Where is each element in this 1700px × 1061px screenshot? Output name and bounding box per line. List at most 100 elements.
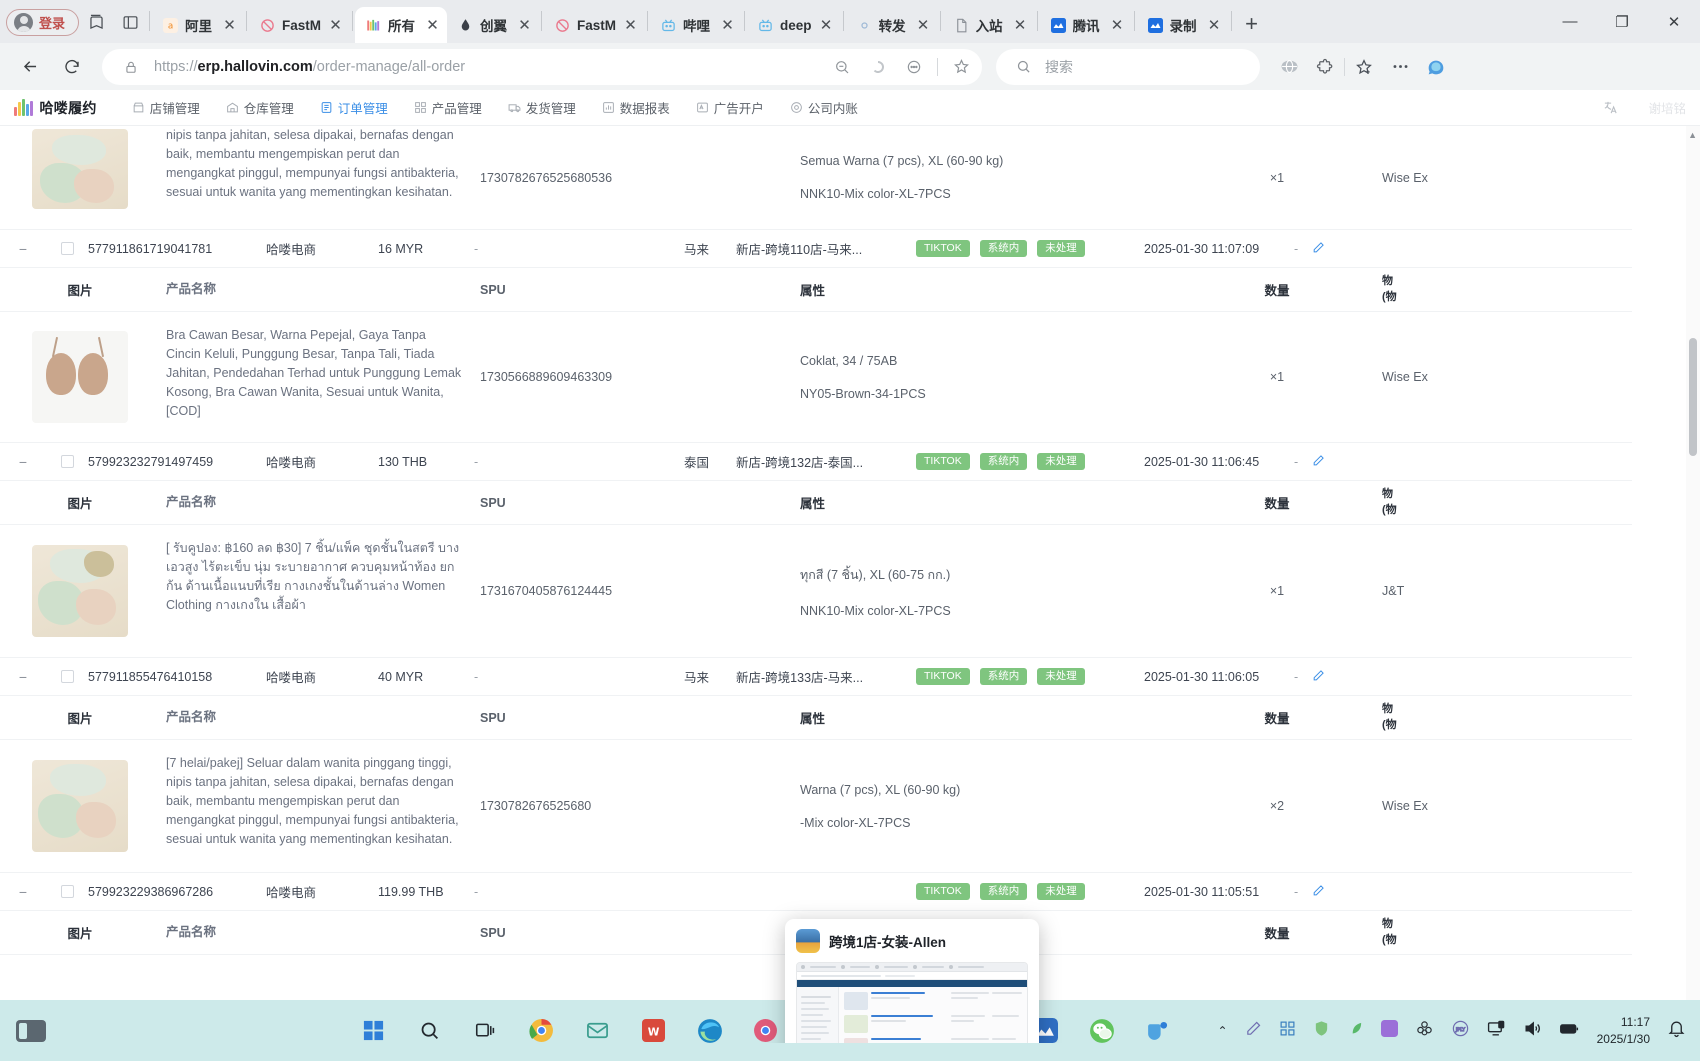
close-icon[interactable]: ✕	[1012, 16, 1029, 34]
product-thumbnail[interactable]	[32, 331, 128, 423]
browser-tab[interactable]: 转发 ✕	[846, 7, 938, 43]
back-button[interactable]	[12, 49, 48, 85]
browser-tab[interactable]: a 阿里 ✕	[152, 7, 244, 43]
grid-icon[interactable]	[1279, 1020, 1296, 1042]
expander-toggle[interactable]: −	[0, 669, 46, 685]
copilot-icon[interactable]	[865, 54, 891, 80]
maximize-button[interactable]: ❐	[1596, 0, 1648, 43]
edit-icon[interactable]	[1312, 669, 1325, 685]
wps-icon[interactable]: W	[637, 1014, 671, 1048]
browser-tab[interactable]: FastM ✕	[249, 7, 350, 43]
window-preview-popup[interactable]: 跨境1店-女装-Allen	[785, 919, 1039, 1043]
nav-item-shop[interactable]: 店铺管理	[119, 90, 213, 126]
translate-icon[interactable]	[1603, 100, 1618, 115]
edit-icon[interactable]	[1312, 454, 1325, 470]
close-icon[interactable]: ✕	[818, 16, 835, 34]
product-thumbnail[interactable]	[32, 128, 128, 209]
browser-essentials-icon[interactable]	[1272, 50, 1306, 84]
checkbox[interactable]	[60, 885, 74, 898]
row-checkbox[interactable]	[46, 242, 88, 255]
close-icon[interactable]: ✕	[719, 16, 736, 34]
close-icon[interactable]: ✕	[424, 16, 441, 34]
expander-toggle[interactable]: −	[0, 454, 46, 470]
wechat-icon[interactable]	[1085, 1014, 1119, 1048]
checkbox[interactable]	[60, 455, 74, 468]
search-input[interactable]: 搜索	[996, 48, 1260, 85]
nav-item-order[interactable]: 订单管理	[307, 90, 401, 126]
close-icon[interactable]: ✕	[221, 16, 238, 34]
popup-thumbnail[interactable]	[796, 962, 1028, 1043]
expander-toggle[interactable]: −	[0, 241, 46, 257]
nav-item-account[interactable]: 公司内账	[777, 90, 871, 126]
scroll-up-icon[interactable]: ▲	[1688, 130, 1697, 140]
chrome-icon[interactable]	[525, 1014, 559, 1048]
table-row[interactable]: − 579923229386967286 哈喽电商 119.99 THB - T…	[0, 873, 1632, 911]
browser-tab-active[interactable]: 所有 ✕	[355, 7, 448, 43]
minimize-button[interactable]: —	[1544, 0, 1596, 43]
address-bar[interactable]: https://erp.hallovin.com/order-manage/al…	[102, 48, 982, 85]
extensions-icon[interactable]	[1308, 50, 1342, 84]
table-row[interactable]: − 577911855476410158 哈喽电商 40 MYR - 马来 新店…	[0, 658, 1632, 696]
favorites-icon[interactable]	[1347, 50, 1381, 84]
nav-item-warehouse[interactable]: 仓库管理	[213, 90, 307, 126]
row-checkbox[interactable]	[46, 885, 88, 898]
chrome-beta-icon[interactable]	[749, 1014, 783, 1048]
reload-button[interactable]	[54, 49, 90, 85]
nav-item-shipping[interactable]: 发货管理	[495, 90, 589, 126]
edit-icon[interactable]	[1312, 884, 1325, 900]
windows-icon[interactable]	[357, 1014, 391, 1048]
browser-tab[interactable]: 哔哩 ✕	[650, 7, 742, 43]
close-icon[interactable]: ✕	[1109, 16, 1126, 34]
new-tab-button[interactable]: +	[1234, 11, 1270, 37]
scrollbar-thumb[interactable]	[1689, 338, 1697, 456]
mail-icon[interactable]	[581, 1014, 615, 1048]
clock[interactable]: 11:17 2025/1/30	[1597, 1014, 1650, 1046]
product-thumbnail[interactable]	[32, 545, 128, 637]
battery-icon[interactable]	[1559, 1018, 1580, 1044]
edge-icon[interactable]	[693, 1014, 727, 1048]
search-icon[interactable]	[413, 1014, 447, 1048]
table-row[interactable]: − 577911861719041781 哈喽电商 16 MYR - 马来 新店…	[0, 230, 1632, 268]
bookmark-star-icon[interactable]	[948, 54, 974, 80]
collections-icon[interactable]	[79, 5, 113, 39]
row-checkbox[interactable]	[46, 455, 88, 468]
bell-icon[interactable]	[1667, 1019, 1686, 1043]
nav-item-report[interactable]: 数据报表	[589, 90, 683, 126]
browser-tab[interactable]: 创翼 ✕	[447, 7, 539, 43]
chevron-up-icon[interactable]: ⌃	[1218, 1024, 1228, 1038]
purple-icon[interactable]	[1380, 1019, 1398, 1042]
pen-icon[interactable]	[1245, 1020, 1262, 1042]
settings-more-icon[interactable]	[1383, 50, 1417, 84]
close-window-button[interactable]: ✕	[1648, 0, 1700, 43]
checkbox[interactable]	[60, 670, 74, 683]
display-icon[interactable]	[1487, 1019, 1506, 1043]
close-icon[interactable]: ✕	[915, 16, 932, 34]
shield-icon[interactable]	[1313, 1020, 1330, 1042]
user-name[interactable]: 谢培铭	[1648, 98, 1686, 117]
zoom-out-icon[interactable]	[829, 54, 855, 80]
table-row[interactable]: − 579923232791497459 哈喽电商 130 THB - 泰国 新…	[0, 443, 1632, 481]
expander-toggle[interactable]: −	[0, 884, 46, 900]
brand[interactable]: 哈喽履约	[14, 98, 97, 118]
browser-tab[interactable]: FastM ✕	[544, 7, 645, 43]
leaf-icon[interactable]	[1347, 1020, 1364, 1042]
browser-tab[interactable]: deep ✕	[747, 7, 841, 43]
product-thumbnail[interactable]	[32, 760, 128, 852]
close-icon[interactable]: ✕	[1206, 16, 1223, 34]
nav-item-ad[interactable]: 广告开户	[683, 90, 777, 126]
browser-tab[interactable]: 入站 ✕	[943, 7, 1035, 43]
flower-icon[interactable]	[1415, 1019, 1434, 1043]
copilot-sidebar-icon[interactable]	[1419, 50, 1453, 84]
browser-tab[interactable]: 腾讯 ✕	[1040, 7, 1132, 43]
close-icon[interactable]: ✕	[327, 16, 344, 34]
profile-login-button[interactable]: 登录	[6, 9, 80, 36]
close-icon[interactable]: ✕	[622, 16, 639, 34]
row-checkbox[interactable]	[46, 670, 88, 683]
circle-icon[interactable]: JPLY	[1451, 1019, 1470, 1043]
close-icon[interactable]: ✕	[516, 16, 533, 34]
taskview-icon[interactable]	[469, 1014, 503, 1048]
checkbox[interactable]	[60, 242, 74, 255]
volume-icon[interactable]	[1523, 1019, 1542, 1043]
browser-tab[interactable]: 录制 ✕	[1137, 7, 1229, 43]
split-screen-icon[interactable]	[113, 5, 147, 39]
